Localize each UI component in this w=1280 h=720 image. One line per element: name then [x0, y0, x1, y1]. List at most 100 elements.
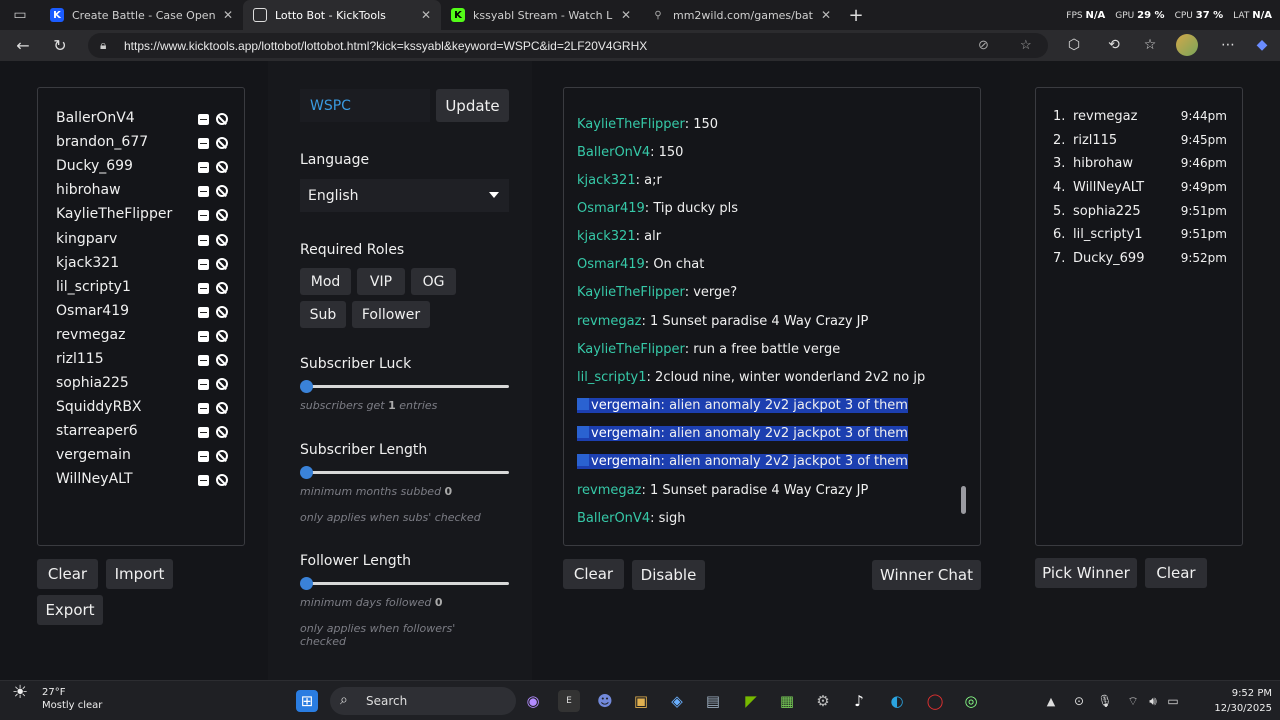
profile-avatar[interactable] [1176, 34, 1198, 56]
app-icon[interactable]: ◎ [960, 690, 982, 712]
role-mod-toggle[interactable]: Mod [300, 268, 351, 295]
discord-icon[interactable]: ☻ [594, 690, 616, 712]
remove-entry-icon[interactable] [198, 138, 209, 149]
cast-icon[interactable]: ⊘ [978, 37, 989, 53]
app-icon[interactable]: ▦ [776, 690, 798, 712]
remove-entry-icon[interactable] [198, 331, 209, 342]
subscriber-length-slider[interactable] [300, 466, 509, 479]
clear-chat-button[interactable]: Clear [563, 559, 624, 589]
ban-icon[interactable] [216, 209, 228, 221]
clear-winners-button[interactable]: Clear [1145, 558, 1207, 588]
favorites-icon[interactable]: ☆ [1138, 34, 1162, 56]
tab-kssyabl-stream[interactable]: K kssyabl Stream - Watch Live on K ✕ [441, 0, 641, 30]
slider-handle[interactable] [300, 380, 313, 393]
language-select[interactable]: English [300, 179, 509, 212]
winner-chat-button[interactable]: Winner Chat [872, 560, 981, 590]
speaker-icon[interactable]: 🔊︎ [1142, 690, 1164, 712]
microphone-icon[interactable]: 🎙︎ [1094, 690, 1116, 712]
ban-icon[interactable] [216, 282, 228, 294]
subscriber-luck-slider[interactable] [300, 380, 509, 393]
remove-entry-icon[interactable] [198, 235, 209, 246]
remove-entry-icon[interactable] [198, 451, 209, 462]
chevron-up-icon[interactable]: ▲ [1040, 690, 1062, 712]
nvidia-icon[interactable]: ◤ [740, 690, 762, 712]
sync-icon[interactable]: ⟲ [1102, 34, 1126, 56]
edge-icon[interactable]: ◐ [886, 690, 908, 712]
update-button[interactable]: Update [436, 89, 509, 122]
back-icon[interactable]: ← [5, 30, 41, 61]
remove-entry-icon[interactable] [198, 355, 209, 366]
follower-length-slider[interactable] [300, 577, 509, 590]
tab-mm2wild[interactable]: ⚲ mm2wild.com/games/battles/217 ✕ [641, 0, 841, 30]
chat-scrollbar[interactable] [961, 486, 966, 514]
role-sub-toggle[interactable]: Sub [300, 301, 346, 328]
epic-games-icon[interactable]: E [558, 690, 580, 712]
remove-entry-icon[interactable] [198, 379, 209, 390]
pick-winner-button[interactable]: Pick Winner [1035, 558, 1137, 588]
ban-icon[interactable] [216, 113, 228, 125]
slider-handle[interactable] [300, 466, 313, 479]
tray-icon[interactable]: ⊙ [1068, 690, 1090, 712]
ban-icon[interactable] [216, 354, 228, 366]
import-button[interactable]: Import [106, 559, 173, 589]
app-icon[interactable]: ◉ [522, 690, 544, 712]
remove-entry-icon[interactable] [198, 403, 209, 414]
tab-create-battle[interactable]: K Create Battle - Case Opening Batt ✕ [40, 0, 243, 30]
export-button[interactable]: Export [37, 595, 103, 625]
taskbar-clock[interactable]: 9:52 PM 12/30/2025 [1214, 686, 1272, 716]
url-field[interactable]: 🔒︎ https://www.kicktools.app/lottobot/lo… [88, 33, 1048, 58]
more-menu-icon[interactable]: ⋯ [1216, 34, 1240, 56]
remove-entry-icon[interactable] [198, 259, 209, 270]
new-tab-button[interactable]: + [841, 0, 871, 30]
close-icon[interactable]: ✕ [621, 8, 631, 22]
ban-icon[interactable] [216, 306, 228, 318]
role-og-toggle[interactable]: OG [411, 268, 456, 295]
tab-actions-icon[interactable]: ▭ [0, 0, 40, 30]
winners-list[interactable]: 1. revmegaz 9:44pm 2. rizl115 9:45pm 3. hibro… [1035, 87, 1243, 546]
remove-entry-icon[interactable] [198, 162, 209, 173]
weather-widget[interactable]: ☀ 27°F Mostly clear [12, 684, 102, 712]
role-follower-toggle[interactable]: Follower [352, 301, 430, 328]
extension-icon[interactable]: ⬡ [1062, 34, 1086, 56]
remove-entry-icon[interactable] [198, 186, 209, 197]
keyword-input[interactable]: WSPC [300, 89, 430, 122]
taskbar-search[interactable]: ⌕ Search [330, 687, 516, 715]
ban-icon[interactable] [216, 474, 228, 486]
ban-icon[interactable] [216, 234, 228, 246]
copilot-icon[interactable]: ◆ [1250, 34, 1274, 56]
entries-list[interactable]: BallerOnV4 brandon_677 Ducky_699 hibroha… [37, 87, 245, 546]
disable-chat-button[interactable]: Disable [632, 560, 705, 590]
wifi-icon[interactable]: ⌔ [1122, 690, 1144, 712]
remove-entry-icon[interactable] [198, 475, 209, 486]
role-vip-toggle[interactable]: VIP [357, 268, 405, 295]
store-icon[interactable]: ▣ [630, 690, 652, 712]
close-icon[interactable]: ✕ [223, 8, 233, 22]
favorite-star-icon[interactable]: ☆ [1020, 37, 1032, 53]
app-icon[interactable]: ▤ [702, 690, 724, 712]
ban-icon[interactable] [216, 426, 228, 438]
ban-icon[interactable] [216, 378, 228, 390]
battery-icon[interactable]: ▭ [1162, 690, 1184, 712]
settings-gear-icon[interactable]: ⚙ [812, 690, 834, 712]
ban-icon[interactable] [216, 330, 228, 342]
ban-icon[interactable] [216, 258, 228, 270]
opera-icon[interactable]: ◯ [924, 690, 946, 712]
chat-log[interactable]: KaylieTheFlipper: 150 BallerOnV4: 150 kj… [563, 87, 981, 546]
remove-entry-icon[interactable] [198, 427, 209, 438]
reload-icon[interactable]: ↻ [42, 30, 78, 61]
app-icon[interactable]: ◈ [666, 690, 688, 712]
clear-entries-button[interactable]: Clear [37, 559, 98, 589]
remove-entry-icon[interactable] [198, 114, 209, 125]
ban-icon[interactable] [216, 137, 228, 149]
close-icon[interactable]: ✕ [821, 8, 831, 22]
remove-entry-icon[interactable] [198, 283, 209, 294]
ban-icon[interactable] [216, 450, 228, 462]
remove-entry-icon[interactable] [198, 307, 209, 318]
ban-icon[interactable] [216, 185, 228, 197]
ban-icon[interactable] [216, 161, 228, 173]
close-icon[interactable]: ✕ [421, 8, 431, 22]
ban-icon[interactable] [216, 402, 228, 414]
tab-lotto-bot[interactable]: Lotto Bot - KickTools ✕ [243, 0, 441, 30]
slider-handle[interactable] [300, 577, 313, 590]
tiktok-icon[interactable]: ♪ [848, 690, 870, 712]
